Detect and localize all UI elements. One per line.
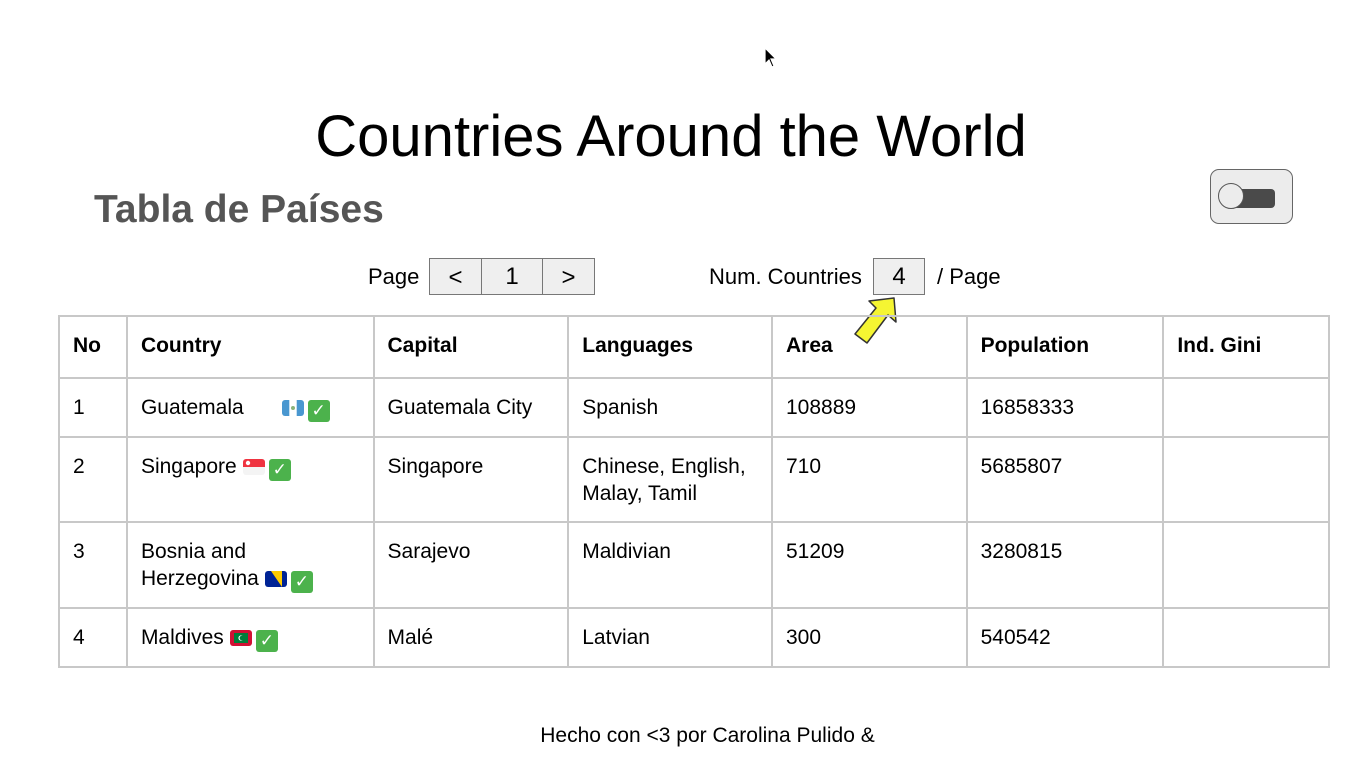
cell-country: Guatemala ✓ (125, 377, 375, 438)
column-header-capital: Capital (372, 315, 570, 379)
cell-capital: Guatemala City (372, 377, 570, 438)
cell-population: 16858333 (965, 377, 1165, 438)
cell-no: 1 (58, 377, 128, 438)
page-title: Countries Around the World (315, 104, 1027, 169)
next-page-button[interactable]: > (542, 258, 595, 295)
cell-languages: Spanish (567, 377, 773, 438)
cell-population: 3280815 (965, 521, 1165, 609)
column-header-no: No (58, 315, 128, 379)
table-row: 4 Maldives ✓ Malé Latvian 300 540542 (58, 607, 1330, 668)
cell-no: 2 (58, 436, 128, 523)
countries-table: No Country Capital Languages Area Popula… (58, 315, 1330, 668)
mouse-cursor-icon (764, 47, 778, 68)
toggle-knob (1218, 183, 1244, 209)
column-header-country: Country (125, 315, 375, 379)
country-name: Guatemala (140, 396, 244, 419)
cell-languages: Latvian (567, 607, 773, 668)
page-number-input[interactable]: 1 (481, 258, 543, 295)
column-header-gini: Ind. Gini (1162, 315, 1330, 379)
cell-no: 3 (58, 521, 128, 609)
cell-languages: Maldivian (567, 521, 773, 609)
check-icon: ✓ (290, 571, 313, 593)
table-subtitle: Tabla de Países (94, 188, 384, 231)
num-countries-label: Num. Countries (709, 264, 862, 289)
singapore-flag-icon (242, 459, 265, 475)
table-row: 2 Singapore ✓ Singapore Chinese, English,… (58, 436, 1330, 523)
cell-area: 300 (770, 607, 968, 668)
cell-country: Bosnia and Herzegovina ✓ (125, 521, 375, 609)
cell-languages: Chinese, English, Malay, Tamil (567, 436, 773, 523)
cell-country: Maldives ✓ (125, 607, 375, 668)
footer-credits: Hecho con <3 por Carolina Pulido & (540, 724, 875, 747)
cell-gini (1162, 377, 1330, 438)
check-icon: ✓ (307, 400, 330, 422)
page-label: Page (368, 264, 420, 289)
cell-area: 710 (770, 436, 968, 523)
num-countries-input[interactable]: 4 (873, 258, 925, 295)
guatemala-flag-icon (281, 400, 304, 416)
country-name: Maldives (140, 626, 224, 649)
cell-country: Singapore ✓ (125, 436, 375, 523)
cell-gini (1162, 521, 1330, 609)
check-icon: ✓ (255, 630, 278, 652)
per-page-label: / Page (937, 264, 1001, 289)
bosnia-flag-icon (264, 571, 287, 587)
cell-capital: Singapore (372, 436, 570, 523)
cell-area: 108889 (770, 377, 968, 438)
table-row: 1 Guatemala ✓ Guatemala City Spanish 1088… (58, 377, 1330, 438)
cell-capital: Malé (372, 607, 570, 668)
country-name: Singapore (140, 455, 237, 478)
country-name: Bosnia and Herzegovina (140, 540, 259, 590)
table-row: 3 Bosnia and Herzegovina ✓ Sarajevo Maldi… (58, 521, 1330, 609)
cell-capital: Sarajevo (372, 521, 570, 609)
column-header-area: Area (770, 315, 968, 379)
maldives-flag-icon (229, 630, 252, 646)
cell-no: 4 (58, 607, 128, 668)
column-header-languages: Languages (567, 315, 773, 379)
table-header-row: No Country Capital Languages Area Popula… (58, 315, 1330, 379)
column-header-population: Population (965, 315, 1165, 379)
cell-gini (1162, 607, 1330, 668)
cell-gini (1162, 436, 1330, 523)
cell-area: 51209 (770, 521, 968, 609)
theme-toggle-button[interactable] (1210, 169, 1293, 224)
prev-page-button[interactable]: < (429, 258, 482, 295)
check-icon: ✓ (268, 459, 291, 481)
cell-population: 5685807 (965, 436, 1165, 523)
cell-population: 540542 (965, 607, 1165, 668)
